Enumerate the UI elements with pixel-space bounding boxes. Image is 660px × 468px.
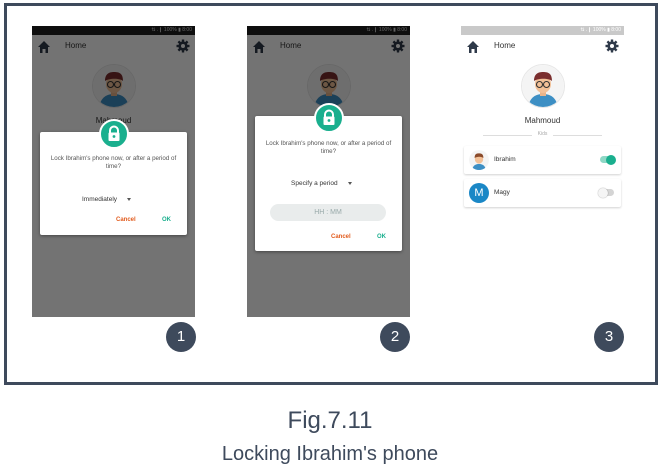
lock-timing-select[interactable]: Specify a period	[291, 180, 352, 187]
phone-screen-3: ⇅ .❙ 100% ▮ 8:00 Home Mahmoud Kids Ibrah…	[461, 26, 624, 317]
ok-button[interactable]: OK	[377, 234, 386, 240]
chevron-down-icon	[347, 181, 352, 185]
kid-name: Magy	[494, 189, 510, 196]
select-value: Specify a period	[291, 180, 338, 187]
figure-number: Fig.7.11	[287, 407, 373, 434]
home-icon[interactable]	[466, 40, 480, 54]
chevron-down-icon	[127, 197, 132, 201]
kid-row-ibrahim[interactable]: Ibrahim	[464, 146, 621, 174]
step-number-1: 1	[166, 322, 196, 352]
parent-avatar	[521, 64, 565, 108]
step-number-2: 2	[380, 322, 410, 352]
lock-icon	[314, 103, 344, 133]
gear-icon[interactable]	[605, 39, 619, 53]
parent-name: Mahmoud	[524, 116, 561, 125]
kid-name: Ibrahim	[494, 156, 516, 163]
boy-avatar-icon	[469, 150, 489, 170]
dialog-message: Lock Ibrahim's phone now, or after a per…	[50, 155, 177, 170]
phone-screen-2: ⇅ .❙ 100% ▮ 8:00 Home Lock Ibrahim's pho…	[247, 26, 410, 317]
letter-avatar: M	[469, 183, 489, 203]
lock-dialog: Lock Ibrahim's phone now, or after a per…	[255, 116, 402, 251]
lock-timing-select[interactable]: Immediately	[82, 196, 132, 203]
dialog-message: Lock Ibrahim's phone now, or after a per…	[265, 140, 392, 155]
kid-row-magy[interactable]: M Magy	[464, 179, 621, 207]
lock-toggle-on[interactable]	[600, 154, 616, 165]
status-bar: ⇅ .❙ 100% ▮ 8:00	[461, 26, 624, 35]
phone-screen-1: ⇅ .❙ 100% ▮ 8:00 Home Mahmoud Lock Ibrah…	[32, 26, 195, 317]
figure-caption: Locking Ibrahim's phone	[221, 443, 439, 465]
app-bar: Home	[461, 35, 624, 59]
cancel-button[interactable]: Cancel	[116, 217, 136, 223]
lock-icon	[99, 119, 129, 149]
page-title: Home	[494, 41, 516, 50]
lock-toggle-off[interactable]	[598, 187, 614, 198]
step-number-3: 3	[594, 322, 624, 352]
time-input[interactable]: HH : MM	[270, 204, 386, 221]
select-value: Immediately	[82, 196, 118, 203]
kids-section-label: Kids	[461, 131, 624, 137]
ok-button[interactable]: OK	[162, 217, 171, 223]
cancel-button[interactable]: Cancel	[331, 234, 351, 240]
